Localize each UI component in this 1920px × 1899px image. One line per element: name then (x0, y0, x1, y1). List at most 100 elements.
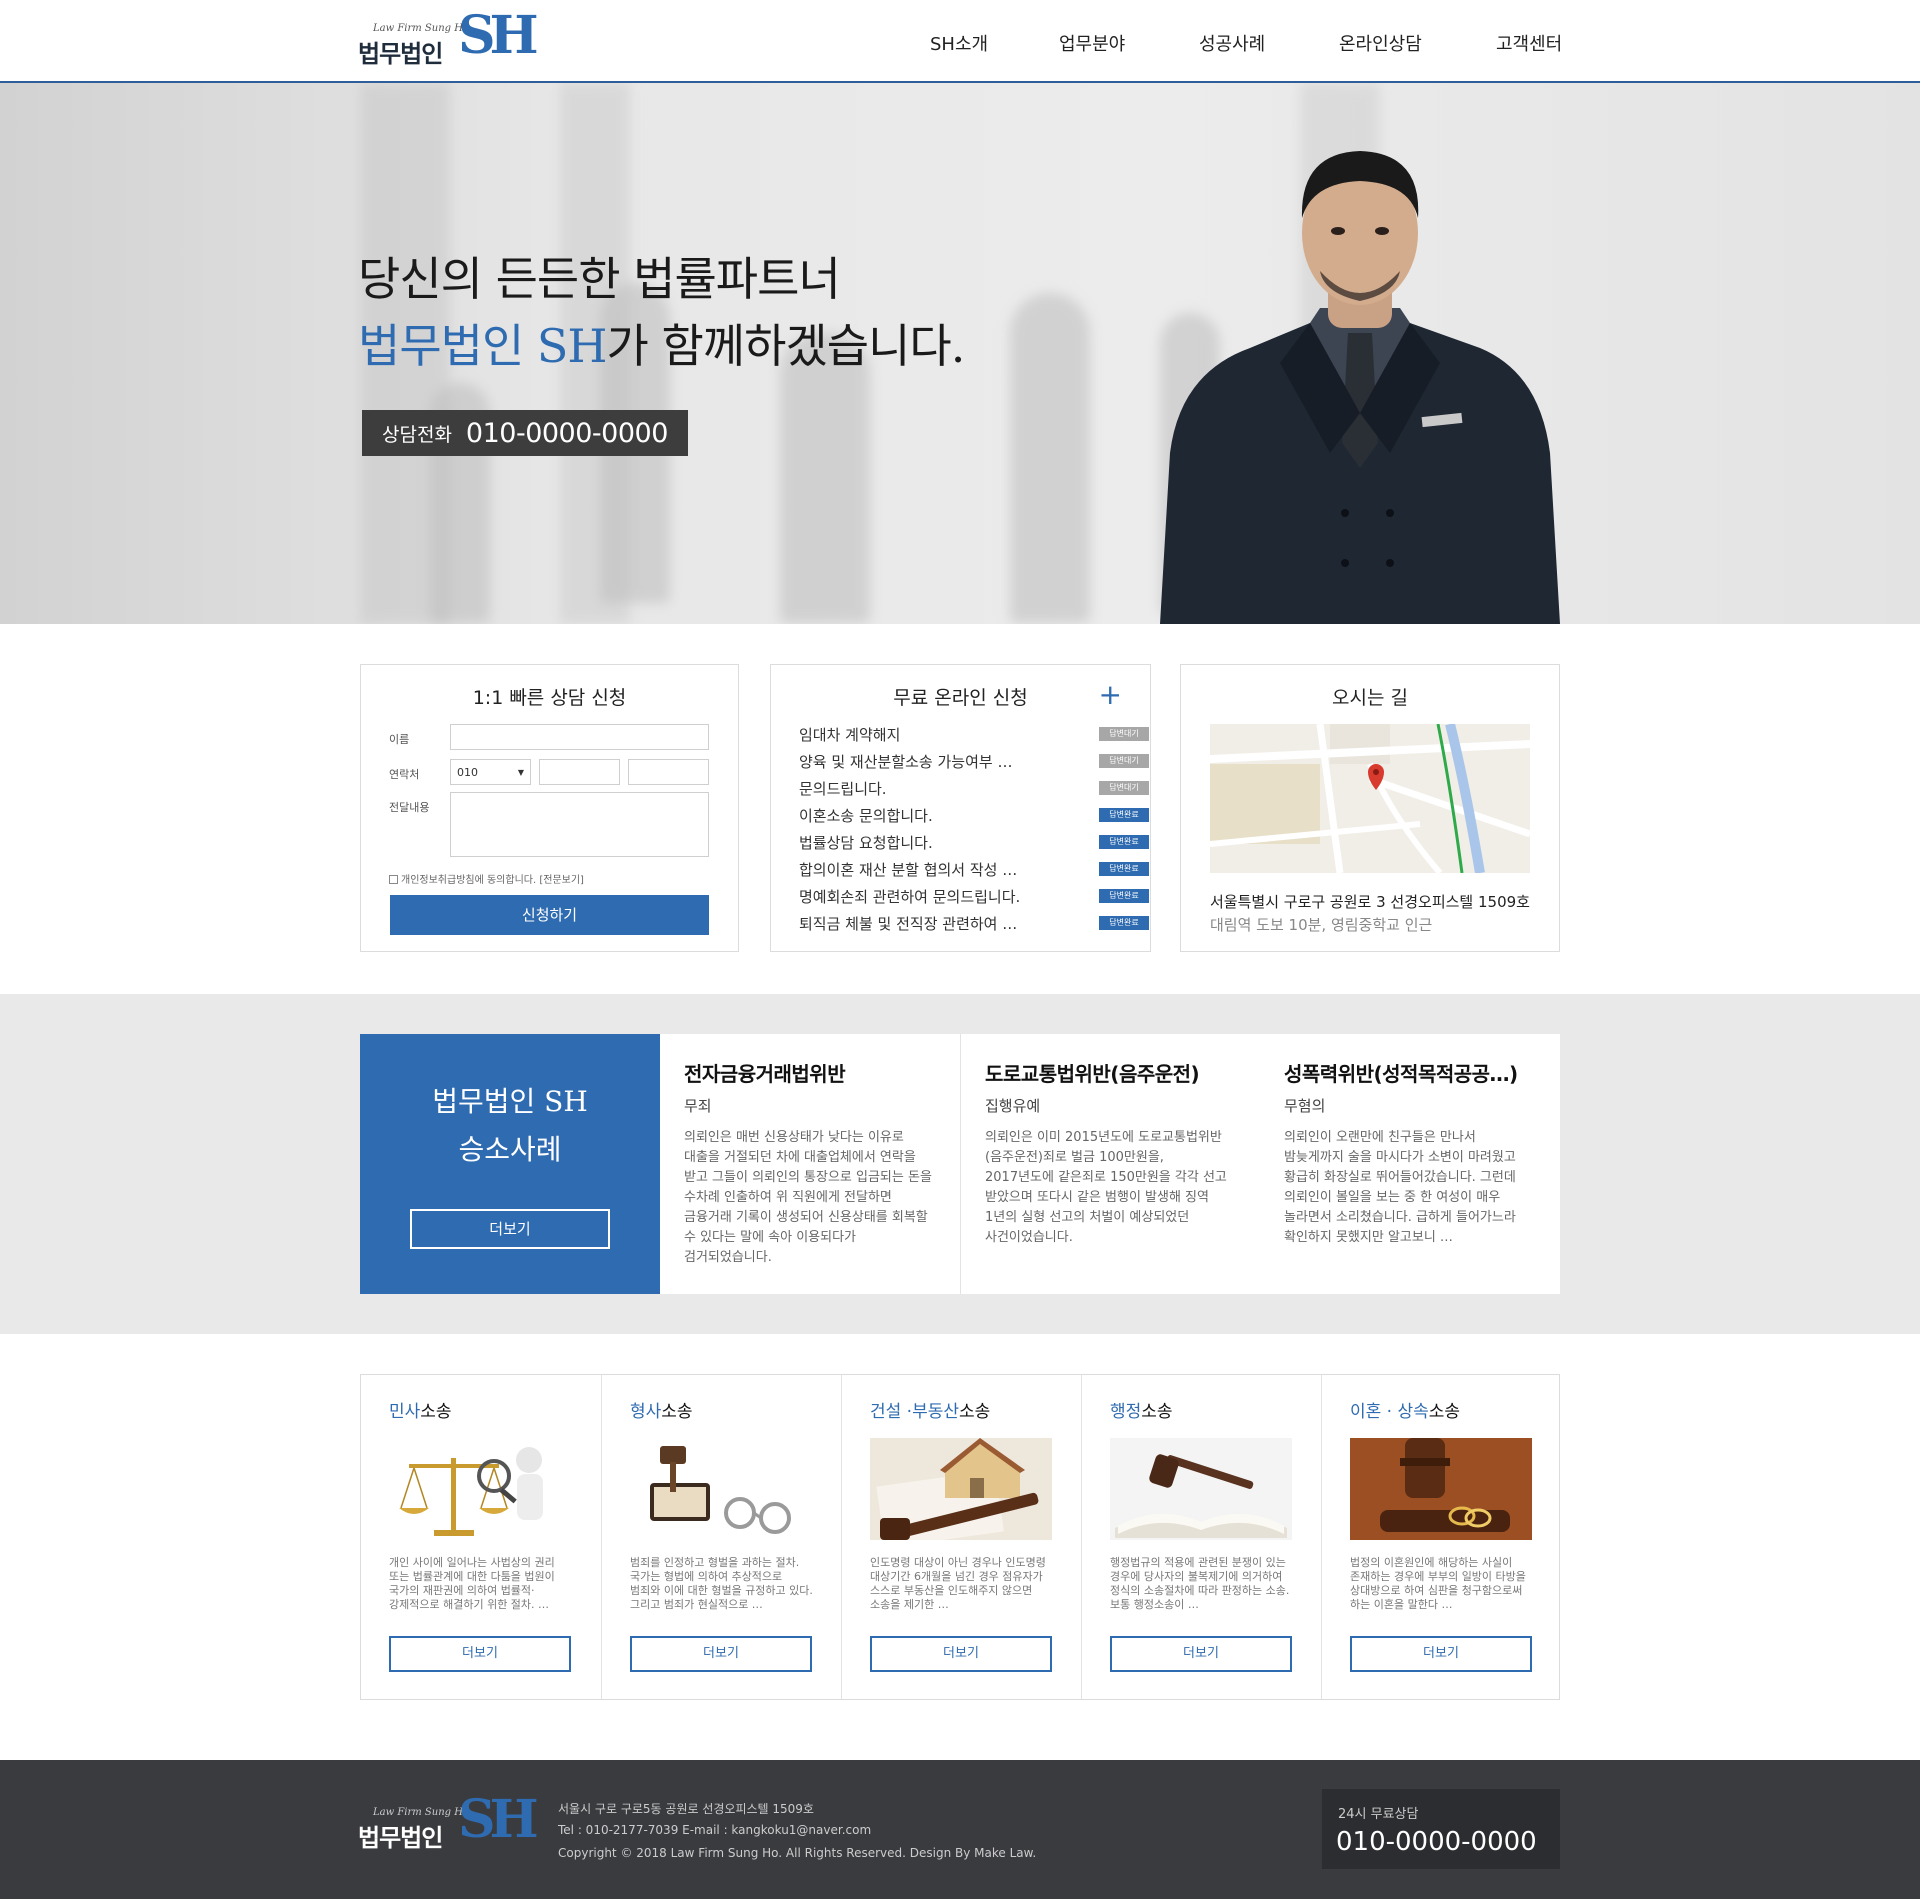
footer-logo[interactable]: Law Firm Sung Ho 법무법인 SH (358, 1792, 539, 1854)
inquiry-item[interactable]: 양육 및 재산분할소송 가능여부 … 답변대기 (799, 751, 1149, 772)
status-badge: 답변완료 (1099, 835, 1149, 849)
site-header: Law Firm Sung Ho 법무법인 SH SH소개 업무분야 성공사례 … (0, 0, 1920, 83)
practice-areas: 민사소송 개인 사이에 일어나는 사법상의 권리 또는 법률관계에 대한 다툼을… (360, 1374, 1560, 1700)
privacy-agree: 개인정보취급방침에 동의합니다. [전문보기] (389, 871, 584, 886)
practice-more-button[interactable]: 더보기 (389, 1636, 571, 1672)
hero-subheadline-rest: 가 함께하겠습니다. (606, 319, 966, 373)
case-card[interactable]: 성폭력위반(성적목적공공…) 무혐의 의뢰인이 오랜만에 친구들은 만나서 밤늦… (1260, 1034, 1560, 1294)
footer-logo-monogram: SH (458, 1789, 539, 1850)
nav-item-online-consult[interactable]: 온라인상담 (1339, 30, 1422, 56)
location-map[interactable] (1210, 724, 1530, 873)
hero-banner: 당신의 든든한 법률파트너 법무법인 SH가 함께하겠습니다. 상담전화 010… (0, 83, 1920, 624)
case-title: 도로교통법위반(음주운전) (985, 1062, 1200, 1086)
practice-title-rest: 소송 (1141, 1402, 1173, 1422)
inquiry-item[interactable]: 합의이혼 재산 분할 협의서 작성 … 답변완료 (799, 859, 1149, 880)
cases-list: 전자금융거래법위반 무죄 의뢰인은 매번 신용상태가 낮다는 이유로 대출을 거… (660, 1034, 1560, 1294)
footer-logo-name: 법무법인 (358, 1824, 443, 1852)
case-verdict: 집행유예 (985, 1097, 1041, 1115)
status-badge: 답변완료 (1099, 889, 1149, 903)
footer-call-box[interactable]: 24시 무료상담 010-0000-0000 (1322, 1789, 1560, 1869)
practice-title-accent: 형사 (630, 1402, 662, 1422)
nav-item-practice[interactable]: 업무분야 (1059, 30, 1125, 56)
phone-last-input[interactable] (628, 759, 709, 785)
phone-prefix-select[interactable]: 010 ▼ (450, 759, 531, 785)
practice-description: 행정법규의 적용에 관련된 분쟁이 있는 경우에 당사자의 불복제기에 의거하여… (1110, 1556, 1290, 1611)
footer-copyright: Copyright © 2018 Law Firm Sung Ho. All R… (558, 1846, 1037, 1860)
practice-title-rest: 소송 (420, 1402, 452, 1422)
case-card[interactable]: 전자금융거래법위반 무죄 의뢰인은 매번 신용상태가 낮다는 이유로 대출을 거… (660, 1034, 960, 1294)
case-title: 성폭력위반(성적목적공공…) (1284, 1062, 1518, 1086)
practice-more-button[interactable]: 더보기 (1110, 1636, 1292, 1672)
practice-description: 범죄를 인정하고 형벌을 과하는 절차. 국가는 형법에 의하여 추상적으로 범… (630, 1556, 813, 1611)
practice-card-divorce-inheritance: 이혼 · 상속소송 법정의 이혼원인에 해당하는 사실이 존재하는 경우에 부부… (1321, 1375, 1561, 1699)
inquiry-item[interactable]: 명예회손죄 관련하여 문의드립니다. 답변완료 (799, 886, 1149, 907)
practice-title: 민사소송 (389, 1397, 452, 1422)
practice-title: 행정소송 (1110, 1397, 1173, 1422)
inquiry-title: 임대차 계약해지 (799, 726, 901, 744)
hero-headline: 당신의 든든한 법률파트너 (358, 252, 841, 306)
site-footer: Law Firm Sung Ho 법무법인 SH 서울시 구로 구로5동 공원로… (0, 1760, 1920, 1899)
status-badge: 답변완료 (1099, 808, 1149, 822)
nav-item-customer-center[interactable]: 고객센터 (1496, 30, 1562, 56)
inquiry-item[interactable]: 이혼소송 문의합니다. 답변완료 (799, 805, 1149, 826)
inquiry-title: 퇴직금 체불 및 전직장 관련하여 … (799, 915, 1018, 933)
footer-address: 서울시 구로 구로5동 공원로 선경오피스텔 1509호 (558, 1802, 814, 1816)
message-textarea[interactable] (450, 792, 709, 857)
status-badge: 답변대기 (1099, 781, 1149, 795)
nav-item-about[interactable]: SH소개 (930, 30, 988, 56)
practice-card-criminal: 형사소송 범죄를 인정하고 형벌을 과하는 절차. 국가는 형법에 의하여 추상… (601, 1375, 841, 1699)
practice-title-rest: 소송 (661, 1402, 693, 1422)
status-badge: 답변완료 (1099, 916, 1149, 930)
cases-more-button[interactable]: 더보기 (410, 1209, 610, 1249)
practice-description: 법정의 이혼원인에 해당하는 사실이 존재하는 경우에 부부의 일방이 타방을 … (1350, 1556, 1526, 1611)
submit-button[interactable]: 신청하기 (390, 895, 709, 935)
practice-more-button[interactable]: 더보기 (630, 1636, 812, 1672)
online-inquiry-title: 무료 온라인 신청 (893, 687, 1028, 709)
inquiry-title: 법률상담 요청합니다. (799, 834, 933, 852)
gavel-rings-image (1350, 1438, 1532, 1540)
background-person (780, 333, 870, 623)
inquiry-title: 이혼소송 문의합니다. (799, 807, 933, 825)
inquiry-item[interactable]: 퇴직금 체불 및 전직장 관련하여 … 답변완료 (799, 913, 1149, 934)
hero-phone-label: 상담전화 (382, 423, 452, 446)
name-label: 이름 (389, 733, 410, 746)
dropdown-arrow-icon: ▼ (517, 768, 524, 777)
directions-note: 대림역 도보 10분, 영림중학교 인근 (1210, 916, 1433, 934)
practice-title-accent: 행정 (1110, 1402, 1142, 1422)
privacy-agree-text: 개인정보취급방침에 동의합니다. (401, 875, 537, 886)
practice-card-construction-realestate: 건설 ·부동산소송 인도명령 대상이 아닌 경우나 인도명령 대상기간 6개월을… (841, 1375, 1081, 1699)
status-badge: 답변대기 (1099, 754, 1149, 768)
case-description: 의뢰인은 이미 2015년도에 도로교통법위반(음주운전)죄로 벌금 100만원… (985, 1130, 1227, 1245)
hero-phone-box[interactable]: 상담전화 010-0000-0000 (362, 410, 688, 456)
contact-label: 연락처 (389, 768, 420, 781)
nav-item-cases[interactable]: 성공사례 (1199, 30, 1265, 56)
footer-contact: Tel : 010-2177-7039 E-mail : kangkoku1@n… (558, 1823, 872, 1837)
online-inquiry-panel: 무료 온라인 신청 + 임대차 계약해지 답변대기 양육 및 재산분할소송 가능여… (770, 664, 1151, 952)
inquiry-title: 양육 및 재산분할소송 가능여부 … (799, 753, 1013, 771)
practice-description: 개인 사이에 일어나는 사법상의 권리 또는 법률관계에 대한 다툼을 법원이 … (389, 1556, 555, 1611)
name-input[interactable] (450, 724, 709, 750)
phone-middle-input[interactable] (539, 759, 620, 785)
inquiry-title: 명예회손죄 관련하여 문의드립니다. (799, 888, 1021, 906)
practice-title-accent: 민사 (389, 1402, 421, 1422)
inquiry-item[interactable]: 문의드립니다. 답변대기 (799, 778, 1149, 799)
lawyer-portrait (1160, 151, 1560, 624)
footer-call-number: 010-0000-0000 (1336, 1827, 1537, 1857)
privacy-checkbox[interactable] (389, 875, 398, 884)
hero-firm-name: 법무법인 SH (358, 319, 608, 373)
inquiry-item[interactable]: 임대차 계약해지 답변대기 (799, 724, 1149, 745)
inquiry-item[interactable]: 법률상담 요청합니다. 답변완료 (799, 832, 1149, 853)
privacy-policy-link[interactable]: [전문보기] (539, 875, 584, 886)
case-description: 의뢰인이 오랜만에 친구들은 만나서 밤늦게까지 술을 마시다가 소변이 마려웠… (1284, 1130, 1516, 1245)
cases-highlight: 법무법인 SH 승소사례 더보기 (360, 1034, 660, 1294)
quick-consult-panel: 1:1 빠른 상담 신청 이름 연락처 010 ▼ 전달내용 개인정보취급방침에… (360, 664, 739, 952)
case-card[interactable]: 도로교통법위반(음주운전) 집행유예 의뢰인은 이미 2015년도에 도로교통법… (960, 1034, 1260, 1294)
logo[interactable]: Law Firm Sung Ho 법무법인 SH (358, 8, 539, 69)
background-person (1010, 293, 1090, 623)
practice-more-button[interactable]: 더보기 (870, 1636, 1052, 1672)
footer-logo-subtitle: Law Firm Sung Ho (373, 1807, 469, 1818)
logo-subtitle: Law Firm Sung Ho (373, 23, 469, 34)
plus-icon[interactable]: + (1099, 681, 1122, 709)
practice-more-button[interactable]: 더보기 (1350, 1636, 1532, 1672)
book-gavel-image (1110, 1438, 1292, 1540)
